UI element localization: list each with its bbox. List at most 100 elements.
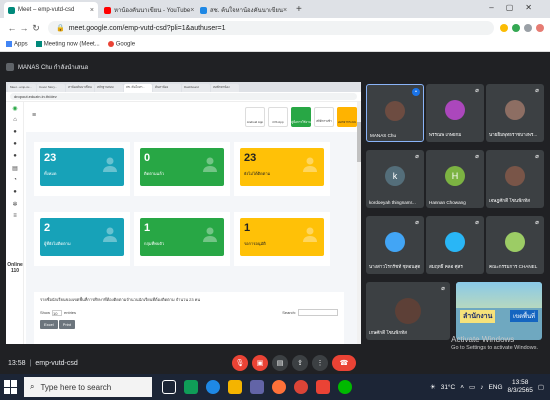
participant-tile[interactable]: ⌀ คณะกรรมการ CHANEL — [486, 216, 544, 274]
participant-tile[interactable]: ⌀ พรรณพ เกษยกม — [426, 84, 484, 142]
back-icon[interactable]: ← — [6, 23, 18, 33]
user-icon — [303, 157, 317, 172]
android-app-button: Android App — [245, 107, 265, 127]
user-icon — [103, 157, 117, 172]
browser-tab-third[interactable]: สช. ค้นใจหาน้องคันนาเขียน × — [196, 2, 290, 18]
lock-icon: 🔒 — [56, 25, 65, 32]
participant-tile[interactable]: ⌀ นางสาวโรกรัชท์ ชุทอนสุด — [366, 216, 424, 274]
export-buttons: Excel Print — [34, 316, 344, 333]
tray-up-arrow-icon[interactable]: ˄ — [460, 384, 464, 391]
participant-name: คณะกรรมการ CHANEL — [489, 264, 538, 269]
stat-card-wrap: 2 ผู้ที่ยังไม่ติดตาม — [34, 212, 130, 266]
meet-area: MANAS Chu กำลังนำเสนอ Meet - emp-vu... C… — [0, 52, 550, 352]
avatar: k — [385, 166, 405, 186]
leave-call-button[interactable]: ☎ — [332, 355, 356, 371]
table-search: Search: — [282, 309, 338, 316]
clock-date: 8/3/2565 — [507, 387, 533, 394]
shared-url: dropout.eduzin.in.th/dev — [10, 93, 357, 100]
shared-main: ≡ Android App iOS App คู่มือการใช้งาน สถ… — [26, 102, 361, 344]
extension-icon[interactable] — [524, 24, 532, 32]
settings-icon: ✲ — [12, 201, 18, 208]
present-button[interactable]: ⇪ — [292, 355, 308, 371]
system-tray: ☀ 31°C ˄ ▭ ♪ ENG 13:58 8/3/2565 ▢ — [430, 376, 544, 398]
participant-tile[interactable]: H ⌀ Hannan Chowang — [426, 150, 484, 208]
participant-name: นางสาวโรกรัชท์ ชุทอนสุด — [369, 264, 421, 269]
window-controls[interactable]: –▢✕ — [489, 3, 544, 12]
shared-tab-bar: Meet - emp-vu... Cover Story... หาน้องคั… — [6, 82, 361, 92]
shared-sidebar: ◉ ⌂ ● ● ● ▤ ◔ ● ✲ ≡ Online 110 — [6, 102, 24, 344]
shared-tab: หลักฐานสอบ — [95, 84, 123, 92]
entries-label: entries — [64, 310, 77, 315]
taskbar-clock[interactable]: 13:58 8/3/2565 — [508, 379, 533, 395]
camera-toggle-button[interactable]: ▣ — [252, 355, 268, 371]
participant-tile[interactable]: ⌀ นายยิ้มพุทธราชบางพร... — [486, 84, 544, 142]
participant-tile[interactable]: k ⌀ kordoeyah thingnamr... — [366, 150, 424, 208]
avatar: H — [445, 166, 465, 186]
edge-icon[interactable] — [206, 380, 220, 394]
taskbar-search[interactable]: ⌕ Type here to search — [24, 377, 152, 397]
url-field[interactable]: 🔒 meet.google.com/emp-vutd-csd?pli=1&aut… — [48, 21, 494, 35]
user-icon — [303, 227, 317, 242]
mic-off-icon: ⌀ — [441, 286, 445, 292]
participant-tile[interactable]: ⌀ เจษฎศักดิ์ โซนฟักทัส — [486, 150, 544, 208]
file-explorer-icon[interactable] — [228, 380, 242, 394]
chrome-icon[interactable] — [294, 380, 308, 394]
weather-icon[interactable]: ☀ — [430, 383, 436, 391]
meeting-time: 13:58 — [8, 359, 26, 367]
more-options-button[interactable]: ⋮ — [312, 355, 328, 371]
bookmark-apps[interactable]: Apps — [6, 41, 28, 48]
teams-icon[interactable] — [250, 380, 264, 394]
new-tab-button[interactable]: + — [296, 2, 302, 18]
show-label: Show — [40, 310, 51, 315]
hamburger-menu-icon: ≡ — [32, 112, 37, 119]
participant-name: เกษศักดิ์ โซนฟักทัส — [369, 330, 407, 335]
list-icon: ≡ — [13, 213, 17, 219]
shared-tab: หอพักหาน้อง — [211, 84, 239, 92]
table-controls: Show 10 entries Search: — [34, 309, 344, 316]
volume-icon[interactable]: ♪ — [480, 384, 483, 391]
notification-icon[interactable]: ▢ — [538, 383, 544, 391]
stat-card-wrap: 23 ทั้งหมด — [34, 142, 130, 196]
line-icon[interactable] — [338, 380, 352, 394]
participant-tile[interactable]: ⌀ เกษศักดิ์ โซนฟักทัส — [366, 282, 450, 340]
profile-avatar[interactable] — [536, 24, 544, 32]
captions-button[interactable]: ▤ — [272, 355, 288, 371]
participant-name: พรรณพ เกษยกม — [429, 132, 462, 137]
forward-icon[interactable]: → — [18, 23, 30, 33]
bookmark-google[interactable]: Google — [107, 41, 135, 48]
site-favicon-icon — [200, 6, 207, 14]
tab-label: Meet – emp-vutd-csd — [18, 7, 75, 13]
browser-tab-youtube[interactable]: หาน้องคันนาเขียน - YouTube × — [100, 2, 194, 18]
extension-icon[interactable] — [512, 24, 520, 32]
search-input — [298, 309, 338, 316]
close-tab-icon[interactable]: × — [283, 7, 287, 14]
app-icon[interactable] — [184, 380, 198, 394]
mic-toggle-button[interactable]: 🎙 — [232, 355, 248, 371]
extension-icon[interactable] — [500, 24, 508, 32]
online-count: 110 — [10, 268, 20, 274]
tab-label: หาน้องคันนาเขียน - YouTube — [114, 8, 191, 14]
logout-button: ออกจากระบบ — [337, 107, 357, 127]
avatar — [505, 166, 525, 186]
browser-tab-meet[interactable]: Meet – emp-vutd-csd × — [4, 2, 98, 18]
network-icon[interactable]: ▭ — [469, 383, 475, 391]
close-tab-icon[interactable]: × — [190, 7, 194, 14]
participant-video-tile[interactable]: ลำนักงาน เขตพื้นที่ — [456, 282, 542, 340]
google-icon — [107, 41, 114, 48]
participant-tile[interactable]: • MANAS Chu — [366, 84, 424, 142]
stat-card: 2 ผู้ที่ยังไม่ติดตาม — [40, 218, 124, 256]
banner-title: ลำนักงาน — [460, 310, 496, 323]
reload-icon[interactable]: ↻ — [30, 23, 42, 34]
present-screen-icon — [6, 63, 14, 71]
firefox-icon[interactable] — [272, 380, 286, 394]
youtube-favicon-icon — [104, 6, 111, 14]
language-indicator[interactable]: ENG — [488, 384, 502, 391]
close-tab-icon[interactable]: × — [90, 7, 94, 14]
task-view-icon[interactable] — [162, 380, 176, 394]
participant-tile[interactable]: ⌀ สมฤทธิ์ คลอ ศุสร — [426, 216, 484, 274]
search-label: Search: — [282, 310, 296, 315]
speaking-indicator-icon: • — [412, 88, 420, 96]
windows-start-icon[interactable] — [4, 380, 18, 394]
app-icon[interactable] — [316, 380, 330, 394]
bookmark-meeting-now[interactable]: Meeting now (Meet... — [35, 41, 100, 48]
